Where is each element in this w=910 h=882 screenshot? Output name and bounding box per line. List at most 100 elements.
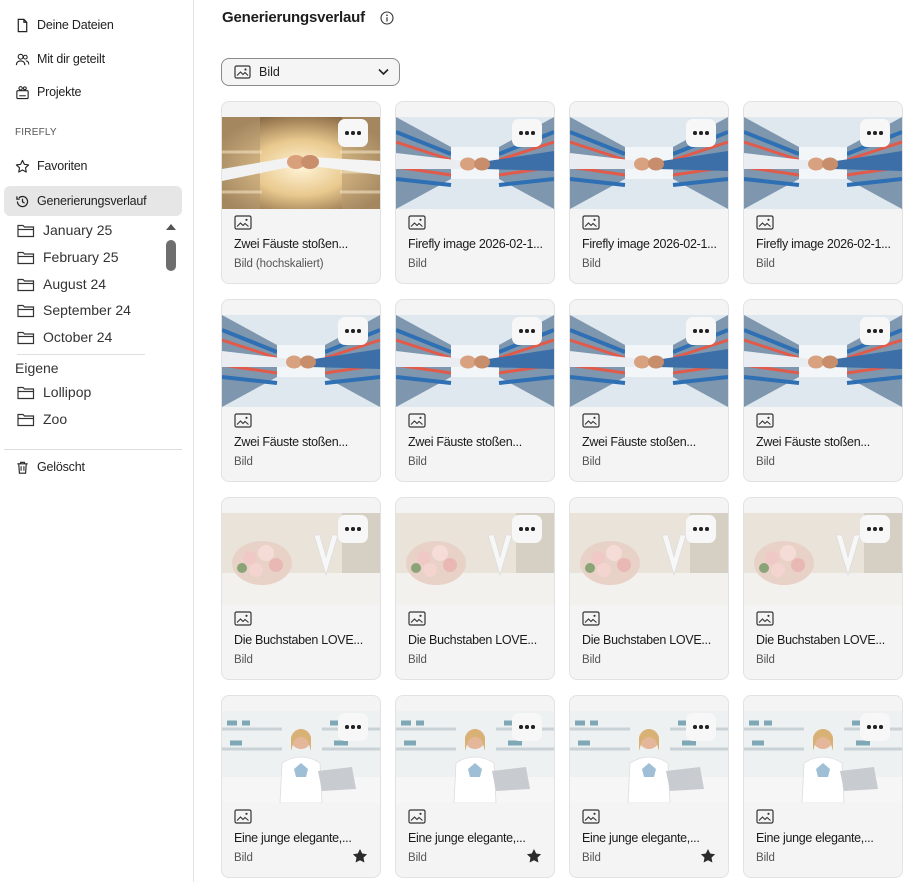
card-title: Eine junge elegante,... [408,831,526,845]
card-subtitle: Bild [582,258,601,270]
image-icon [756,611,774,626]
folder-item[interactable]: February 25 [17,245,118,269]
image-icon [234,215,252,230]
card-subtitle: Bild [582,852,601,864]
image-icon [234,809,252,824]
card-subtitle: Bild [234,654,253,666]
scroll-up-arrow-icon[interactable] [166,224,176,230]
folder-label: October 24 [43,329,113,345]
folder-item[interactable]: August 24 [17,272,106,296]
more-options-button[interactable] [686,317,716,345]
image-icon [582,611,600,626]
generation-card[interactable]: Eine junge elegante,... Bild [221,695,381,878]
card-title: Die Buchstaben LOVE... [756,633,885,647]
generation-card[interactable]: Firefly image 2026-02-1... Bild [743,101,903,284]
divider [17,354,145,355]
generation-card[interactable]: Eine junge elegante,... Bild [743,695,903,878]
more-options-button[interactable] [512,317,542,345]
filter-selected-value: Bild [259,65,280,79]
star-filled-icon[interactable] [526,848,542,864]
folder-label: August 24 [43,276,107,292]
card-subtitle: Bild [582,456,601,468]
more-options-button[interactable] [512,515,542,543]
folder-label: January 25 [43,222,113,238]
generation-card[interactable]: Die Buchstaben LOVE... Bild [569,497,729,680]
more-options-button[interactable] [860,119,890,147]
card-title: Die Buchstaben LOVE... [582,633,711,647]
card-title: Zwei Fäuste stoßen... [408,435,522,449]
more-options-button[interactable] [338,317,368,345]
folder-label: September 24 [43,302,131,318]
card-title: Zwei Fäuste stoßen... [756,435,870,449]
more-options-button[interactable] [686,713,716,741]
folder-item[interactable]: October 24 [17,325,112,349]
card-subtitle: Bild [756,654,775,666]
more-options-button[interactable] [512,119,542,147]
nav-item-deleted[interactable]: Gelöscht [4,452,182,482]
history-icon [16,195,29,207]
nav-item-favorites[interactable]: Favoriten [4,151,182,181]
own-folders-label: Eigene [15,360,59,376]
generation-card[interactable]: Firefly image 2026-02-1... Bild [569,101,729,284]
folder-item[interactable]: Zoo [17,407,67,431]
file-icon [17,18,28,32]
folder-item[interactable]: Lollipop [17,380,91,404]
generation-card[interactable]: Die Buchstaben LOVE... Bild [221,497,381,680]
more-options-button[interactable] [860,317,890,345]
generation-card[interactable]: Eine junge elegante,... Bild [395,695,555,878]
generation-card[interactable]: Die Buchstaben LOVE... Bild [395,497,555,680]
star-filled-icon[interactable] [352,848,368,864]
folder-label: Zoo [43,411,68,427]
nav-item-label: Mit dir geteilt [37,52,105,66]
image-icon [582,215,600,230]
folder-label: February 25 [43,249,119,265]
more-options-button[interactable] [686,515,716,543]
more-options-button[interactable] [338,515,368,543]
more-options-button[interactable] [338,119,368,147]
type-filter-dropdown[interactable]: Bild [221,58,400,86]
generation-card[interactable]: Zwei Fäuste stoßen... Bild [395,299,555,482]
generation-card[interactable]: Firefly image 2026-02-1... Bild [395,101,555,284]
star-filled-icon[interactable] [700,848,716,864]
image-icon [582,413,600,428]
folder-item[interactable]: January 25 [17,218,112,242]
nav-item-shared[interactable]: Mit dir geteilt [4,44,182,74]
generation-card[interactable]: Zwei Fäuste stoßen... Bild [569,299,729,482]
folder-icon [17,251,35,264]
card-subtitle: Bild [408,654,427,666]
nav-item-generation-history[interactable]: Generierungsverlauf [4,186,182,216]
image-icon [582,809,600,824]
projects-icon [16,85,29,99]
nav-item-your-files[interactable]: Deine Dateien [4,10,182,40]
nav-item-projects[interactable]: Projekte [4,77,182,107]
card-subtitle: Bild (hochskaliert) [234,258,324,270]
info-icon[interactable] [380,11,394,25]
card-subtitle: Bild [408,258,427,270]
more-options-button[interactable] [860,713,890,741]
image-icon [408,611,426,626]
page-title: Generierungsverlauf [222,9,365,26]
nav-item-label: Deine Dateien [37,18,114,32]
folder-list-scrollbar[interactable] [166,240,176,271]
card-title: Firefly image 2026-02-1... [408,237,543,251]
card-subtitle: Bild [756,258,775,270]
generation-card[interactable]: Zwei Fäuste stoßen... Bild (hochskaliert) [221,101,381,284]
generation-card[interactable]: Zwei Fäuste stoßen... Bild [221,299,381,482]
generation-card[interactable]: Die Buchstaben LOVE... Bild [743,497,903,680]
more-options-button[interactable] [860,515,890,543]
more-options-button[interactable] [512,713,542,741]
folder-item[interactable]: September 24 [17,298,131,322]
folder-icon [17,331,35,344]
folder-icon [17,224,35,237]
card-title: Eine junge elegante,... [756,831,874,845]
card-title: Zwei Fäuste stoßen... [234,237,348,251]
image-icon [408,809,426,824]
more-options-button[interactable] [686,119,716,147]
generation-card[interactable]: Zwei Fäuste stoßen... Bild [743,299,903,482]
card-subtitle: Bild [234,456,253,468]
nav-item-label: Generierungsverlauf [37,194,147,208]
generation-card[interactable]: Eine junge elegante,... Bild [569,695,729,878]
image-icon [234,413,252,428]
more-options-button[interactable] [338,713,368,741]
folder-icon [17,278,35,291]
